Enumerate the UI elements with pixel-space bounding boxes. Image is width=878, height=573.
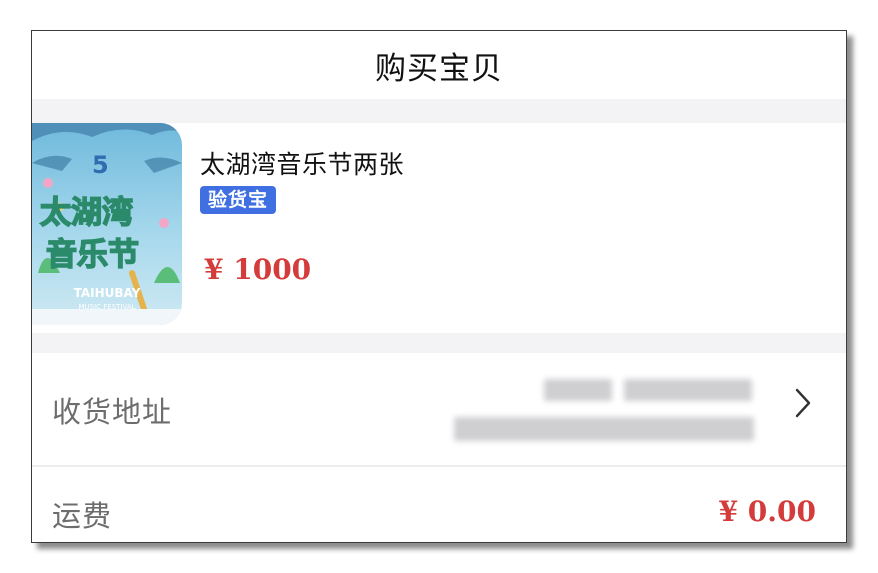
product-thumbnail[interactable]: 5 太湖湾 音乐节 TAIHUBAY MUSIC FESTIVAL	[32, 123, 182, 325]
product-price: ¥ 1000	[204, 253, 312, 286]
address-row[interactable]: 收货地址	[32, 353, 846, 465]
poster-english-line2: MUSIC FESTIVAL	[78, 303, 135, 311]
poster-title-line1: 太湖湾	[40, 195, 133, 231]
shipping-fee-row: 运费 ¥ 0.00	[32, 467, 846, 542]
poster-edition-number: 5	[92, 151, 109, 179]
address-label: 收货地址	[52, 395, 173, 429]
product-card[interactable]: 5 太湖湾 音乐节 TAIHUBAY MUSIC FESTIVAL 太湖湾音乐节…	[32, 123, 846, 333]
festival-poster-image: 5 太湖湾 音乐节 TAIHUBAY MUSIC FESTIVAL	[32, 123, 182, 325]
product-name: 太湖湾音乐节两张	[200, 150, 405, 179]
poster-english-line1: TAIHUBAY	[74, 286, 141, 300]
section-separator	[32, 99, 846, 123]
section-separator	[32, 333, 846, 353]
purchase-panel: 购买宝贝 5 太湖湾 音乐节 TAIHUBAY MUSIC FESTIVAL 太…	[31, 30, 847, 543]
chevron-right-icon[interactable]	[794, 387, 812, 423]
page-title: 购买宝贝	[375, 50, 503, 87]
poster-title-line2: 音乐节	[46, 237, 139, 273]
shipping-fee-value: ¥ 0.00	[718, 495, 816, 528]
shipping-fee-label: 运费	[52, 499, 113, 533]
inspection-badge: 验货宝	[200, 186, 277, 214]
